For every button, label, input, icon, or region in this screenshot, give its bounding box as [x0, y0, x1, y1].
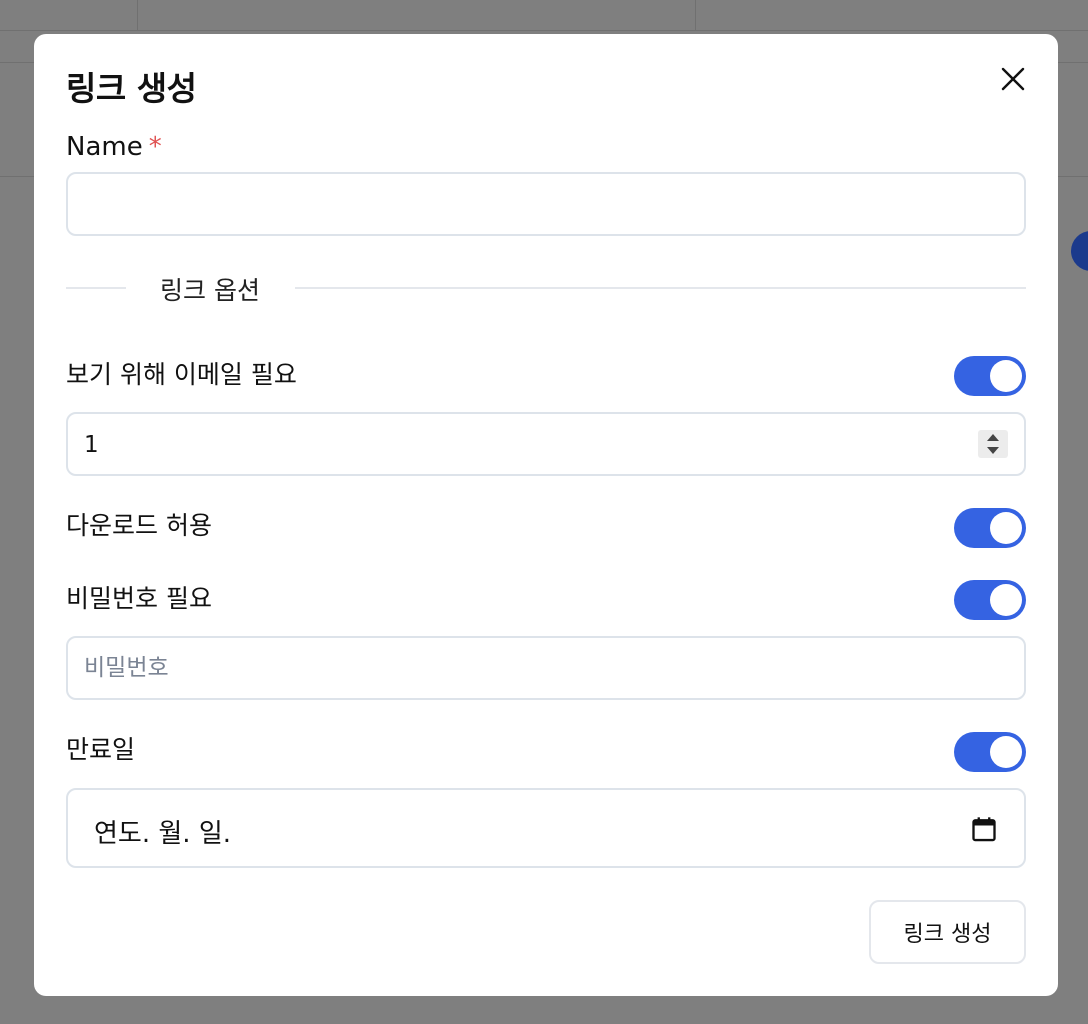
calendar-icon [972, 817, 996, 842]
allow-download-toggle[interactable] [954, 508, 1026, 548]
create-link-button[interactable]: 링크 생성 [869, 900, 1026, 964]
toggle-knob [990, 512, 1022, 544]
link-options-divider: 링크 옵션 [66, 271, 1026, 305]
background-avatar [1071, 231, 1088, 271]
toggle-knob [990, 360, 1022, 392]
close-button[interactable] [996, 62, 1030, 96]
require-password-toggle[interactable] [954, 580, 1026, 620]
background-table-line [0, 30, 1088, 31]
required-mark: * [148, 132, 162, 162]
spinner-arrows-icon[interactable] [978, 430, 1008, 458]
email-count-input[interactable]: 1 [66, 412, 1026, 476]
date-placeholder: 연도. 월. 일. [94, 819, 232, 849]
require-email-label: 보기 위해 이메일 필요 [66, 360, 297, 389]
close-icon [1001, 67, 1025, 91]
password-input[interactable] [66, 636, 1026, 700]
divider-line-right [295, 287, 1026, 289]
require-password-label: 비밀번호 필요 [66, 584, 212, 613]
name-input[interactable] [66, 172, 1026, 236]
expiration-label: 만료일 [66, 735, 136, 764]
background-table-divider [137, 0, 138, 30]
require-email-toggle[interactable] [954, 356, 1026, 396]
expiration-date-input[interactable]: 연도. 월. 일. [66, 788, 1026, 868]
link-options-title: 링크 옵션 [160, 276, 260, 305]
email-count-value: 1 [84, 432, 99, 458]
allow-download-label: 다운로드 허용 [66, 511, 212, 540]
background-table-divider [695, 0, 696, 30]
toggle-knob [990, 584, 1022, 616]
calendar-picker-button[interactable] [970, 815, 998, 843]
divider-line-left [66, 287, 126, 289]
toggle-knob [990, 736, 1022, 768]
dialog-title: 링크 생성 [66, 69, 197, 108]
name-label: Name * [66, 132, 162, 162]
create-link-dialog: 링크 생성 Name * 링크 옵션 보기 위해 이메일 필요 1 다운로드 허용 [34, 34, 1058, 996]
name-label-text: Name [66, 132, 143, 162]
expiration-toggle[interactable] [954, 732, 1026, 772]
